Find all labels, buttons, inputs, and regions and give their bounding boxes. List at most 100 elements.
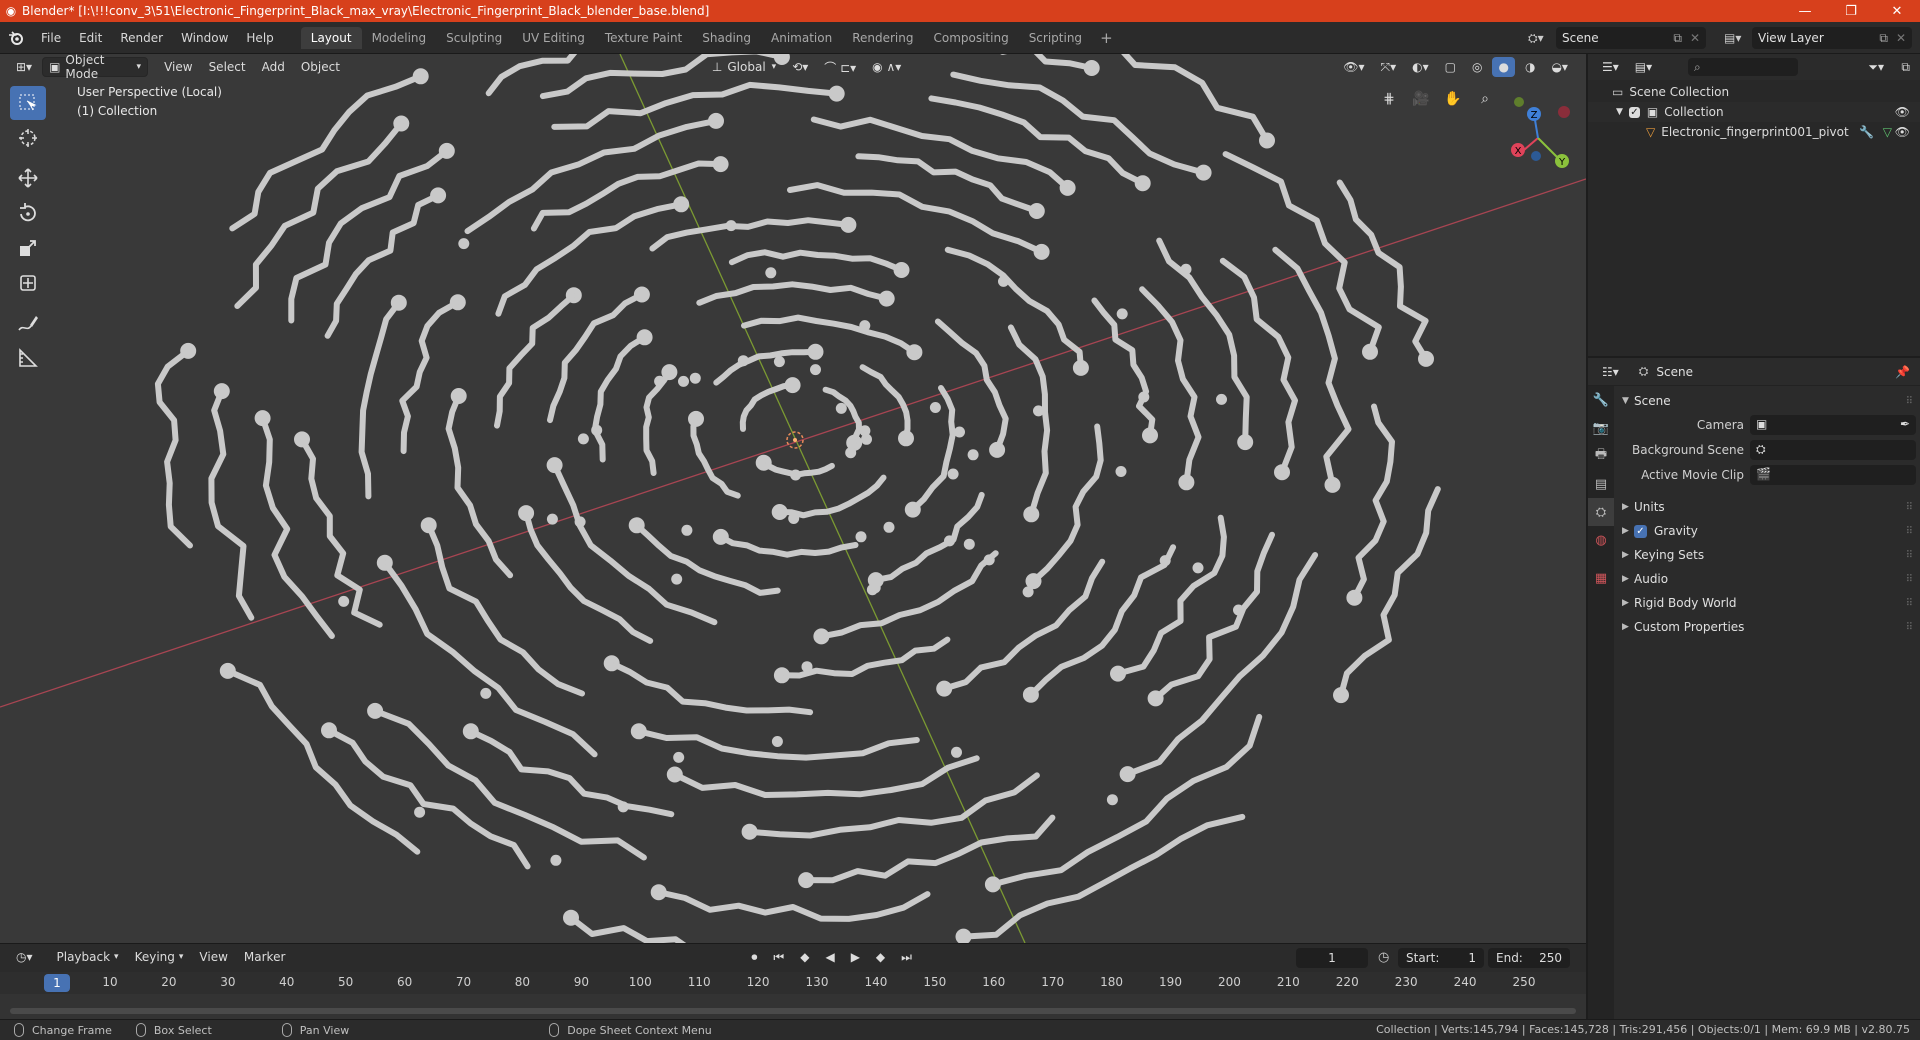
start-frame-field[interactable]: Start: 1: [1398, 948, 1484, 968]
tab-tool[interactable]: 🔧: [1588, 386, 1614, 414]
menu-select[interactable]: Select: [203, 57, 252, 77]
overlay-toggle-icon[interactable]: ◐▾: [1406, 57, 1435, 77]
pan-hand-icon[interactable]: ✋: [1442, 88, 1464, 110]
gravity-checkbox[interactable]: ✓: [1634, 524, 1647, 538]
play-reverse-icon[interactable]: ◀: [819, 947, 840, 967]
tab-scripting[interactable]: Scripting: [1019, 27, 1092, 49]
scene-selector-icon[interactable]: ⛭▾: [1528, 31, 1544, 46]
play-icon[interactable]: ▶: [845, 947, 866, 967]
camera-view-icon[interactable]: 🎥: [1410, 88, 1432, 110]
menu-render[interactable]: Render: [111, 22, 172, 54]
active-movie-clip-field[interactable]: 🎬: [1750, 465, 1916, 485]
gizmo-toggle-icon[interactable]: ⤧▾: [1375, 57, 1403, 77]
scale-tool[interactable]: [10, 231, 46, 265]
tab-shading[interactable]: Shading: [692, 27, 761, 49]
new-view-layer-icon[interactable]: ⧉: [1879, 31, 1888, 46]
menu-file[interactable]: File: [32, 22, 70, 54]
measure-tool[interactable]: [10, 341, 46, 375]
tab-animation[interactable]: Animation: [761, 27, 842, 49]
3d-viewport[interactable]: ⊞▾ ▣ Object Mode ▾ View Select Add Objec…: [0, 54, 1586, 943]
outliner-row-scene-collection[interactable]: ▭ Scene Collection: [1588, 82, 1920, 102]
view-layer-icon[interactable]: ▤▾: [1724, 31, 1741, 45]
camera-field[interactable]: ▣ ✒: [1750, 415, 1916, 435]
menu-object[interactable]: Object: [295, 57, 346, 77]
navigation-gizmo[interactable]: Z X Y: [1498, 92, 1578, 172]
eyedropper-icon[interactable]: ✒: [1900, 417, 1910, 431]
minimize-button[interactable]: —: [1782, 0, 1828, 22]
panel-custom-properties-header[interactable]: ▶ Custom Properties: [1622, 616, 1744, 638]
visibility-eye-icon[interactable]: 👁: [1895, 105, 1910, 119]
visibility-eye-icon[interactable]: 👁: [1895, 125, 1910, 139]
collection-include-checkbox[interactable]: ✓: [1628, 106, 1640, 118]
tab-world[interactable]: ◍: [1588, 526, 1614, 554]
wireframe-shading-icon[interactable]: ◎: [1466, 57, 1488, 77]
menu-view[interactable]: View: [158, 57, 198, 77]
tab-texture-paint[interactable]: Texture Paint: [595, 27, 692, 49]
mesh-data-icon[interactable]: ▽: [1883, 125, 1892, 139]
rendered-shading-icon[interactable]: ◒▾: [1545, 57, 1574, 77]
current-frame-indicator[interactable]: 1: [44, 974, 70, 992]
next-keyframe-icon[interactable]: ◆: [870, 947, 891, 967]
xray-toggle-icon[interactable]: ▢: [1439, 57, 1462, 77]
snap-icon[interactable]: ⌒ ⊏▾: [818, 57, 862, 77]
proportional-edit-icon[interactable]: ◉ ∧▾: [866, 57, 907, 77]
tab-view-layer[interactable]: ▤: [1588, 470, 1614, 498]
blender-logo-icon[interactable]: [0, 22, 32, 54]
tab-compositing[interactable]: Compositing: [923, 27, 1018, 49]
close-button[interactable]: ✕: [1874, 0, 1920, 22]
panel-scene-header[interactable]: ▼ Scene: [1622, 390, 1671, 412]
move-tool[interactable]: [10, 161, 46, 195]
properties-editor-type-icon[interactable]: ☷▾: [1596, 362, 1625, 382]
cursor-tool[interactable]: [10, 121, 46, 155]
outliner-search-field[interactable]: ⌕: [1688, 58, 1798, 76]
tab-uv-editing[interactable]: UV Editing: [512, 27, 595, 49]
preview-range-icon[interactable]: ◷: [1378, 950, 1389, 965]
panel-units-header[interactable]: ▶ Units: [1622, 496, 1665, 518]
drag-handle-icon[interactable]: ⠿: [1906, 502, 1913, 513]
menu-playback[interactable]: Playback ▾: [51, 947, 125, 967]
tab-scene[interactable]: ⛭: [1588, 498, 1614, 526]
current-frame-field[interactable]: 1: [1296, 948, 1368, 968]
jump-end-icon[interactable]: ⏭: [895, 947, 918, 967]
menu-marker[interactable]: Marker: [238, 947, 291, 967]
viewport-canvas[interactable]: [0, 54, 1586, 943]
solid-shading-icon[interactable]: ●: [1492, 57, 1515, 77]
tab-modeling[interactable]: Modeling: [362, 27, 437, 49]
grid-view-icon[interactable]: ⋕: [1378, 88, 1400, 110]
drag-handle-icon[interactable]: ⠿: [1906, 550, 1913, 561]
pivot-point-icon[interactable]: ⟲▾: [786, 57, 814, 77]
drag-handle-icon[interactable]: ⠿: [1906, 396, 1913, 407]
prev-keyframe-icon[interactable]: ◆: [794, 947, 815, 967]
menu-timeline-view[interactable]: View: [193, 947, 233, 967]
menu-help[interactable]: Help: [237, 22, 282, 54]
tab-texture[interactable]: ▦: [1588, 564, 1614, 592]
rotate-tool[interactable]: [10, 196, 46, 230]
panel-gravity-header[interactable]: ▶ ✓ Gravity: [1622, 520, 1698, 542]
modifier-wrench-icon[interactable]: 🔧: [1859, 125, 1874, 139]
tab-sculpting[interactable]: Sculpting: [436, 27, 512, 49]
visibility-icon[interactable]: 👁▾: [1337, 57, 1370, 77]
timeline-scrollbar[interactable]: [10, 1008, 1576, 1014]
zoom-icon[interactable]: ⌕: [1474, 88, 1496, 110]
mode-selector[interactable]: ▣ Object Mode ▾: [42, 54, 149, 81]
menu-keying[interactable]: Keying ▾: [129, 947, 190, 967]
timeline-track[interactable]: [0, 994, 1586, 1020]
new-scene-icon[interactable]: ⧉: [1673, 31, 1682, 46]
transform-tool[interactable]: [10, 266, 46, 300]
tab-layout[interactable]: Layout: [300, 26, 362, 49]
delete-view-layer-icon[interactable]: ✕: [1896, 31, 1906, 45]
tab-render[interactable]: 📷: [1588, 414, 1614, 442]
record-icon[interactable]: ⏺: [745, 947, 763, 967]
drag-handle-icon[interactable]: ⠿: [1906, 574, 1913, 585]
end-frame-field[interactable]: End: 250: [1488, 948, 1570, 968]
drag-handle-icon[interactable]: ⠿: [1906, 598, 1913, 609]
panel-rigid-body-world-header[interactable]: ▶ Rigid Body World: [1622, 592, 1737, 614]
menu-edit[interactable]: Edit: [70, 22, 111, 54]
outliner-editor-type-icon[interactable]: ☰▾: [1596, 57, 1625, 77]
add-workspace-button[interactable]: +: [1092, 29, 1121, 47]
annotate-tool[interactable]: [10, 306, 46, 340]
tab-rendering[interactable]: Rendering: [842, 27, 923, 49]
select-box-tool[interactable]: [10, 86, 46, 120]
panel-keying-sets-header[interactable]: ▶ Keying Sets: [1622, 544, 1704, 566]
menu-add[interactable]: Add: [256, 57, 291, 77]
